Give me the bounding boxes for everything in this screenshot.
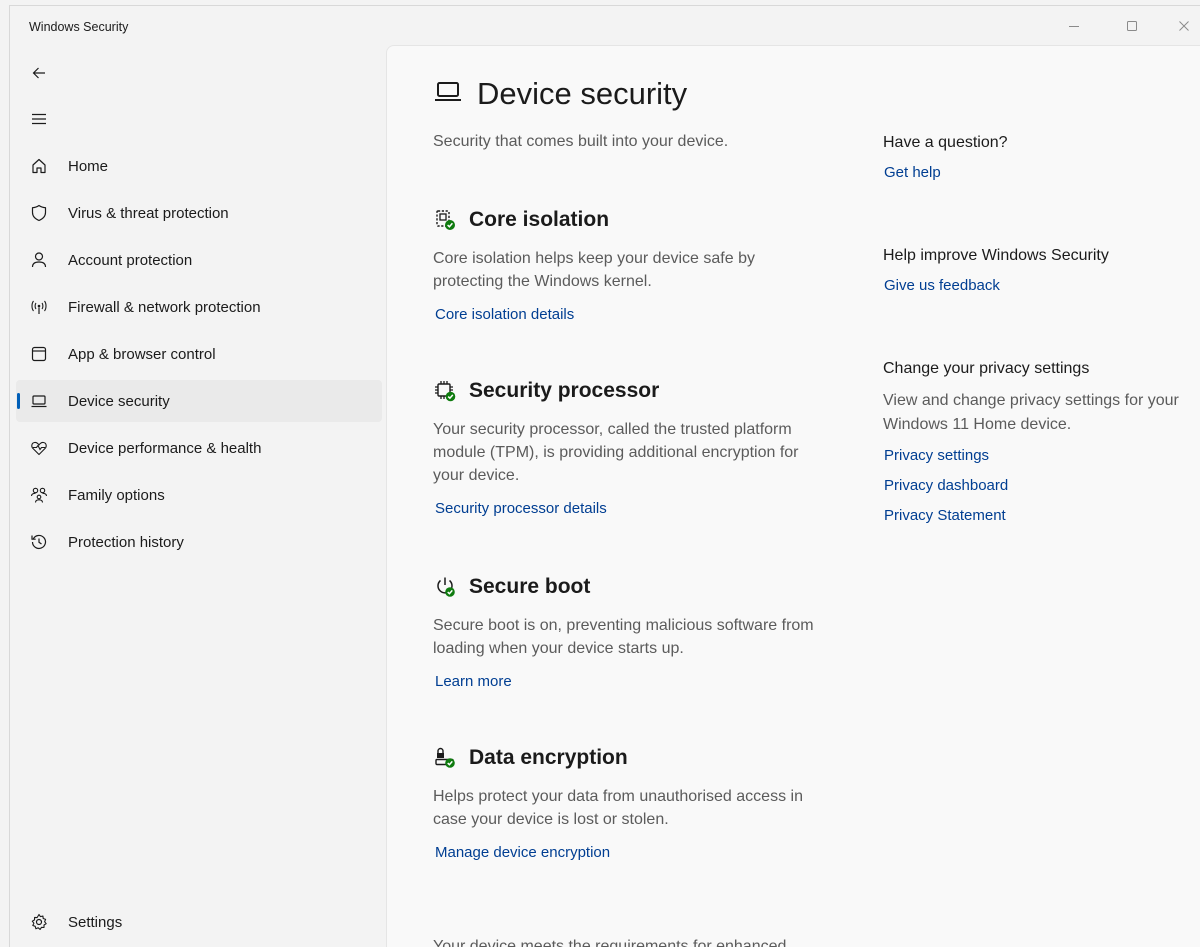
person-icon (30, 251, 48, 269)
secure-boot-icon (433, 575, 457, 599)
nav-item-account-protection[interactable]: Account protection (16, 239, 382, 281)
browser-window-icon (30, 345, 48, 363)
security-processor-details-link[interactable]: Security processor details (435, 500, 607, 517)
nav-item-device-performance-health[interactable]: Device performance & health (16, 427, 382, 469)
main-content: Device security Security that comes buil… (386, 45, 1200, 947)
nav-label: Home (68, 158, 109, 175)
back-button[interactable] (24, 58, 54, 88)
page-title-text: Device security (477, 76, 688, 111)
laptop-icon (433, 80, 463, 109)
heart-pulse-icon (30, 439, 48, 457)
core-isolation-details-link[interactable]: Core isolation details (435, 306, 574, 323)
maximize-icon (1127, 21, 1137, 31)
close-icon (1179, 21, 1189, 31)
nav-label: Device performance & health (68, 440, 262, 457)
give-feedback-link[interactable]: Give us feedback (884, 277, 1183, 294)
section-title: Data encryption (469, 746, 628, 769)
nav-item-family-options[interactable]: Family options (16, 474, 382, 516)
section-description: Helps protect your data from unauthorise… (433, 788, 803, 828)
drive-lock-icon (433, 746, 457, 770)
feedback-panel: Help improve Windows Security Give us fe… (883, 247, 1183, 294)
minimize-button[interactable] (1059, 14, 1089, 38)
nav-label: Virus & threat protection (68, 205, 229, 222)
question-heading: Have a question? (883, 134, 1008, 151)
nav-item-home[interactable]: Home (16, 145, 382, 187)
sidebar-nav: Home Virus & threat protection Account p… (16, 145, 382, 568)
section-secure-boot: Secure boot Secure boot is on, preventin… (433, 573, 833, 691)
section-title: Core isolation (469, 208, 610, 231)
improve-heading: Help improve Windows Security (883, 247, 1109, 264)
section-description: Secure boot is on, preventing malicious … (433, 617, 814, 657)
nav-item-firewall-network-protection[interactable]: Firewall & network protection (16, 286, 382, 328)
page-subtitle: Security that comes built into your devi… (433, 133, 729, 150)
nav-label: Family options (68, 487, 165, 504)
minimize-icon (1069, 26, 1079, 27)
hamburger-icon (32, 113, 46, 125)
privacy-panel: Change your privacy settings View and ch… (883, 360, 1183, 524)
section-security-processor: Security processor Your security process… (433, 377, 833, 518)
nav-label: Settings (68, 914, 123, 931)
privacy-statement-link[interactable]: Privacy Statement (884, 507, 1183, 524)
learn-more-link[interactable]: Learn more (435, 673, 512, 690)
maximize-button[interactable] (1117, 14, 1147, 38)
chip-icon (433, 379, 457, 403)
history-icon (30, 533, 48, 551)
title-bar: Windows Security (10, 6, 1200, 46)
manage-device-encryption-link[interactable]: Manage device encryption (435, 844, 610, 861)
help-panel: Have a question? Get help (883, 134, 1183, 181)
get-help-link[interactable]: Get help (884, 164, 1183, 181)
shield-icon (30, 204, 48, 222)
section-core-isolation: Core isolation Core isolation helps keep… (433, 206, 833, 324)
nav-item-virus-threat-protection[interactable]: Virus & threat protection (16, 192, 382, 234)
hamburger-menu-button[interactable] (24, 104, 54, 134)
page-title: Device security (433, 76, 687, 112)
hardware-security-status-text: Your device meets the requirements for e… (433, 938, 787, 947)
privacy-description: View and change privacy settings for you… (883, 392, 1179, 433)
close-button[interactable] (1169, 14, 1199, 38)
nav-label: Account protection (68, 252, 193, 269)
family-icon (30, 486, 48, 504)
section-title: Secure boot (469, 575, 591, 598)
app-title: Windows Security (29, 20, 129, 34)
privacy-settings-link[interactable]: Privacy settings (884, 447, 1183, 464)
privacy-dashboard-link[interactable]: Privacy dashboard (884, 477, 1183, 494)
nav-label: App & browser control (68, 346, 216, 363)
antenna-icon (30, 298, 48, 316)
privacy-heading: Change your privacy settings (883, 360, 1090, 377)
nav-item-protection-history[interactable]: Protection history (16, 521, 382, 563)
nav-item-app-browser-control[interactable]: App & browser control (16, 333, 382, 375)
nav-label: Device security (68, 393, 170, 410)
home-icon (30, 157, 48, 175)
laptop-icon (30, 392, 48, 410)
gear-icon (30, 913, 48, 931)
nav-label: Firewall & network protection (68, 299, 261, 316)
nav-item-device-security[interactable]: Device security (16, 380, 382, 422)
section-data-encryption: Data encryption Helps protect your data … (433, 744, 833, 862)
nav-item-settings[interactable]: Settings (16, 901, 382, 943)
nav-label: Protection history (68, 534, 184, 551)
section-title: Security processor (469, 379, 660, 402)
app-window: Windows Security Home Virus & threat pro… (9, 5, 1200, 947)
section-description: Your security processor, called the trus… (433, 421, 799, 484)
section-description: Core isolation helps keep your device sa… (433, 250, 755, 290)
back-arrow-icon (32, 67, 45, 79)
core-isolation-icon (433, 208, 457, 232)
